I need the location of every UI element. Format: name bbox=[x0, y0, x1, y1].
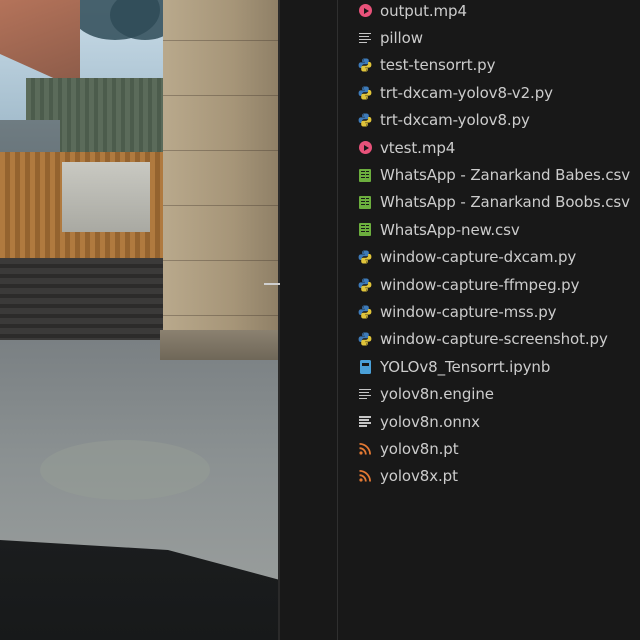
file-name: yolov8x.pt bbox=[380, 467, 458, 486]
file-name: vtest.mp4 bbox=[380, 138, 456, 157]
file-item[interactable]: WhatsApp-new.csv bbox=[280, 216, 640, 243]
file-name: window-capture-dxcam.py bbox=[380, 248, 577, 267]
python-icon bbox=[357, 112, 373, 128]
file-item[interactable]: window-capture-dxcam.py bbox=[280, 244, 640, 271]
file-name: window-capture-screenshot.py bbox=[380, 330, 608, 349]
file-name: WhatsApp-new.csv bbox=[380, 220, 520, 239]
file-name: yolov8n.pt bbox=[380, 439, 459, 458]
file-item[interactable]: window-capture-screenshot.py bbox=[280, 326, 640, 353]
file-explorer: output.mp4 pillow test-tensorrt.py trt-dxca… bbox=[280, 0, 640, 640]
file-item[interactable]: window-capture-ffmpeg.py bbox=[280, 271, 640, 298]
file-item[interactable]: yolov8n.engine bbox=[280, 380, 640, 407]
file-item[interactable]: output.mp4 bbox=[280, 0, 640, 24]
file-item[interactable]: yolov8n.onnx bbox=[280, 408, 640, 435]
stone-pillar bbox=[163, 0, 280, 352]
file-name: pillow bbox=[380, 29, 423, 48]
file-item[interactable]: trt-dxcam-yolov8.py bbox=[280, 107, 640, 134]
file-name: WhatsApp - Zanarkand Boobs.csv bbox=[380, 193, 630, 212]
file-name: test-tensorrt.py bbox=[380, 56, 496, 75]
container-door bbox=[62, 162, 150, 232]
python-icon bbox=[357, 331, 373, 347]
text-file-icon bbox=[357, 30, 373, 46]
csv-icon bbox=[357, 222, 373, 238]
puddle bbox=[40, 440, 210, 500]
video-icon bbox=[357, 140, 373, 156]
file-name: output.mp4 bbox=[380, 1, 467, 20]
brick-wall bbox=[0, 258, 165, 340]
file-item[interactable]: yolov8n.pt bbox=[280, 435, 640, 462]
file-name: window-capture-ffmpeg.py bbox=[380, 275, 580, 294]
rss-icon bbox=[357, 468, 373, 484]
python-icon bbox=[357, 304, 373, 320]
python-icon bbox=[357, 85, 373, 101]
python-icon bbox=[357, 277, 373, 293]
file-name: yolov8n.engine bbox=[380, 385, 494, 404]
file-item[interactable]: yolov8x.pt bbox=[280, 463, 640, 490]
file-item[interactable]: WhatsApp - Zanarkand Babes.csv bbox=[280, 161, 640, 188]
file-item[interactable]: vtest.mp4 bbox=[280, 134, 640, 161]
text-file-icon bbox=[357, 386, 373, 402]
sash-handle[interactable] bbox=[264, 283, 280, 285]
csv-icon bbox=[357, 194, 373, 210]
file-item[interactable]: trt-dxcam-yolov8-v2.py bbox=[280, 79, 640, 106]
file-name: YOLOv8_Tensorrt.ipynb bbox=[380, 357, 551, 376]
csv-icon bbox=[357, 167, 373, 183]
file-item[interactable]: YOLOv8_Tensorrt.ipynb bbox=[280, 353, 640, 380]
game-scene-background bbox=[0, 0, 280, 640]
notebook-icon bbox=[357, 359, 373, 375]
file-name: yolov8n.onnx bbox=[380, 412, 480, 431]
pillar-base bbox=[160, 330, 280, 360]
file-name: trt-dxcam-yolov8-v2.py bbox=[380, 83, 553, 102]
file-name: WhatsApp - Zanarkand Babes.csv bbox=[380, 166, 630, 185]
file-name: trt-dxcam-yolov8.py bbox=[380, 111, 530, 130]
text-file-icon bbox=[357, 414, 373, 430]
file-item[interactable]: WhatsApp - Zanarkand Boobs.csv bbox=[280, 189, 640, 216]
file-list: output.mp4 pillow test-tensorrt.py trt-dxca… bbox=[280, 0, 640, 490]
file-item[interactable]: window-capture-mss.py bbox=[280, 298, 640, 325]
file-item[interactable]: pillow bbox=[280, 24, 640, 51]
python-icon bbox=[357, 57, 373, 73]
file-item[interactable]: test-tensorrt.py bbox=[280, 52, 640, 79]
rss-icon bbox=[357, 441, 373, 457]
file-name: window-capture-mss.py bbox=[380, 302, 557, 321]
video-icon bbox=[357, 3, 373, 19]
python-icon bbox=[357, 249, 373, 265]
